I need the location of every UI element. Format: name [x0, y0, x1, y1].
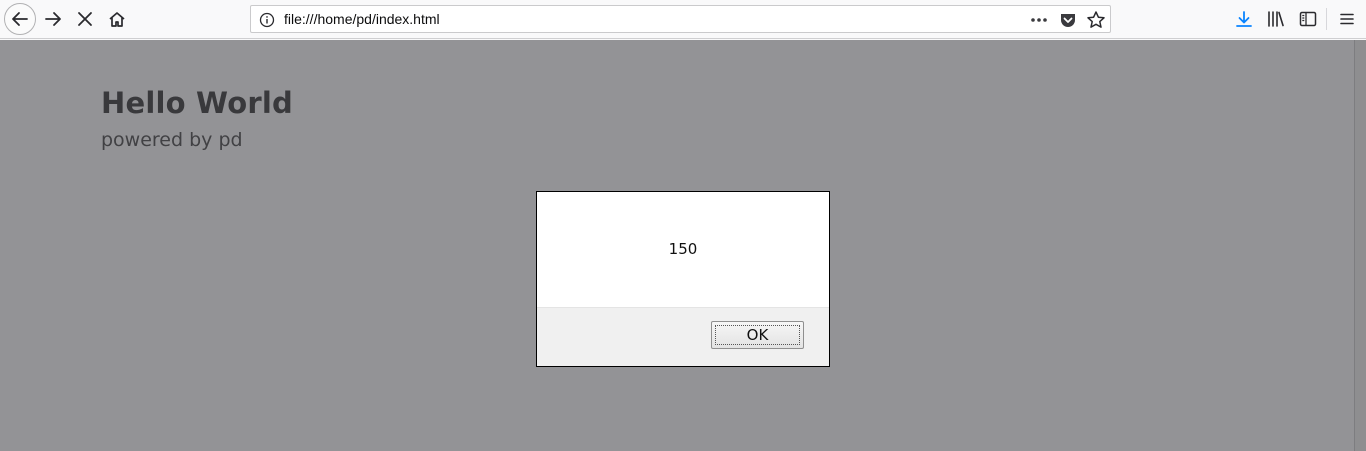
url-text[interactable]: file:///home/pd/index.html — [284, 11, 440, 27]
more-dots-icon[interactable] — [1029, 12, 1049, 28]
ok-button[interactable]: OK — [711, 321, 804, 349]
ok-button-label: OK — [746, 326, 769, 344]
pocket-icon[interactable] — [1059, 11, 1077, 29]
home-button[interactable] — [101, 3, 133, 35]
home-icon — [109, 12, 125, 27]
library-icon[interactable] — [1267, 10, 1285, 28]
sidebar-icon[interactable] — [1299, 10, 1317, 28]
alert-message: 150 — [668, 240, 698, 258]
download-icon[interactable] — [1235, 10, 1253, 28]
forward-arrow-icon — [45, 12, 61, 26]
hamburger-menu-icon[interactable] — [1338, 10, 1356, 28]
alert-dialog: 150 OK — [536, 191, 830, 367]
stop-icon — [78, 12, 92, 26]
alert-footer: OK — [537, 307, 829, 366]
url-bar[interactable]: file:///home/pd/index.html — [250, 5, 1111, 33]
info-icon[interactable] — [259, 12, 275, 28]
browser-toolbar: file:///home/pd/index.html — [0, 0, 1366, 39]
stop-button[interactable] — [69, 3, 101, 35]
forward-button[interactable] — [37, 3, 69, 35]
star-icon[interactable] — [1086, 10, 1106, 30]
vertical-scrollbar[interactable] — [1354, 40, 1366, 451]
back-arrow-icon — [12, 12, 28, 26]
toolbar-separator — [1326, 8, 1327, 30]
back-button[interactable] — [4, 3, 36, 35]
